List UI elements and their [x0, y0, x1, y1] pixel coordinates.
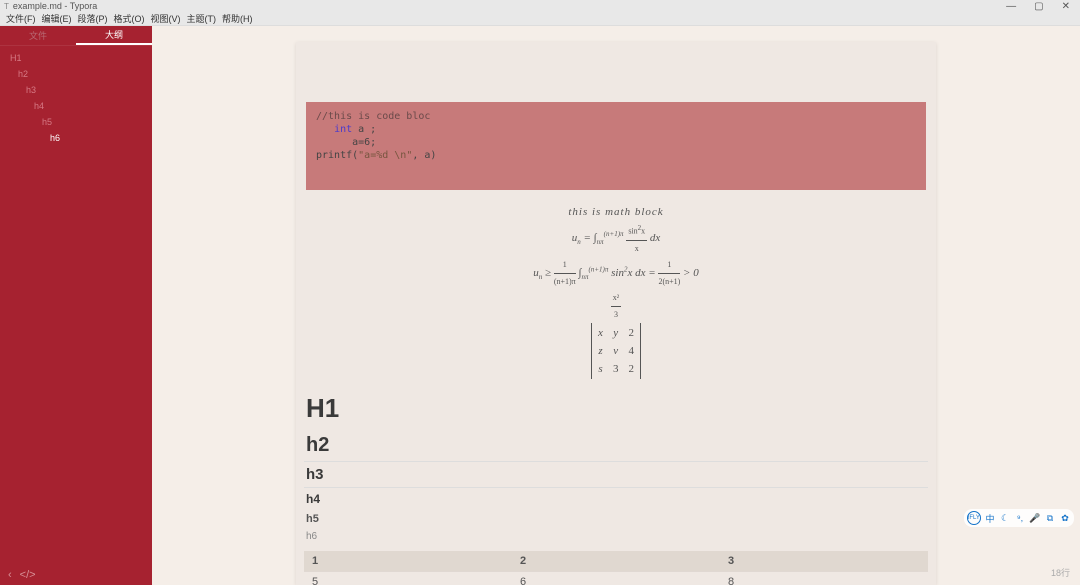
- heading-h6[interactable]: h6: [304, 528, 928, 545]
- math-line: un = ∫nπ(n+1)π sin2xx dx: [304, 220, 928, 257]
- sidebar-tab-files[interactable]: 文件: [0, 26, 76, 45]
- maximize-button[interactable]: ▢: [1034, 1, 1043, 12]
- window-title: example.md - Typora: [13, 1, 97, 11]
- math-matrix: xy2 zv4 s32: [304, 323, 928, 379]
- outline-list: H1 h2 h3 h4 h5 h6: [0, 46, 152, 150]
- code-block[interactable]: //this is code bloc int a ; a=6; printf(…: [306, 102, 926, 190]
- menu-view[interactable]: 视图(V): [151, 12, 181, 25]
- sidebar-source-icon[interactable]: </>: [20, 569, 36, 581]
- code-keyword: int: [334, 124, 352, 135]
- outline-item-h3[interactable]: h3: [0, 82, 152, 98]
- heading-h1[interactable]: H1: [304, 387, 928, 430]
- code-text: , a): [412, 150, 436, 161]
- ime-moon-icon[interactable]: ☾: [999, 512, 1011, 524]
- table-row[interactable]: 5 6 8: [304, 571, 928, 585]
- ime-toolbar[interactable]: iFLY 中 ☾ ⁹, 🎤 ⧉ ✿: [964, 509, 1074, 527]
- table-header[interactable]: 2: [512, 551, 720, 572]
- code-text: a=6;: [352, 137, 376, 148]
- sidebar-tab-outline[interactable]: 大纲: [76, 26, 152, 45]
- menubar: 文件(F) 编辑(E) 段落(P) 格式(O) 视图(V) 主题(T) 帮助(H…: [0, 12, 1080, 26]
- ime-lang-icon[interactable]: 中: [984, 512, 996, 524]
- ime-settings-icon[interactable]: ✿: [1059, 512, 1071, 524]
- menu-paragraph[interactable]: 段落(P): [78, 12, 108, 25]
- titlebar: T example.md - Typora — ▢ ✕: [0, 0, 1080, 12]
- menu-help[interactable]: 帮助(H): [222, 12, 253, 25]
- heading-h2[interactable]: h2: [304, 430, 928, 462]
- table-header[interactable]: 3: [720, 551, 928, 572]
- table-cell[interactable]: 8: [720, 571, 928, 585]
- document-page: //this is code bloc int a ; a=6; printf(…: [296, 42, 936, 585]
- heading-h4[interactable]: h4: [304, 488, 928, 510]
- heading-h3[interactable]: h3: [304, 462, 928, 488]
- code-comment: //this is code bloc: [316, 111, 430, 122]
- table-cell[interactable]: 6: [512, 571, 720, 585]
- table[interactable]: 1 2 3 5 6 8 4 6 8: [304, 551, 928, 585]
- ime-logo-icon[interactable]: iFLY: [967, 511, 981, 525]
- close-button[interactable]: ✕: [1062, 1, 1070, 12]
- outline-item-h4[interactable]: h4: [0, 98, 152, 114]
- ime-keyboard-icon[interactable]: ⧉: [1044, 512, 1056, 524]
- outline-item-h1[interactable]: H1: [0, 50, 152, 66]
- outline-item-h6[interactable]: h6: [0, 130, 152, 146]
- menu-format[interactable]: 格式(O): [114, 12, 145, 25]
- status-word-count[interactable]: 18行: [1051, 566, 1070, 579]
- app-icon: T: [4, 2, 9, 11]
- math-block[interactable]: this is math block un = ∫nπ(n+1)π sin2xx…: [304, 200, 928, 387]
- menu-theme[interactable]: 主题(T): [187, 12, 217, 25]
- heading-h5[interactable]: h5: [304, 510, 928, 528]
- ime-mic-icon[interactable]: 🎤: [1029, 512, 1041, 524]
- code-text: a ;: [352, 124, 376, 135]
- ime-comma-icon[interactable]: ⁹,: [1014, 512, 1026, 524]
- minimize-button[interactable]: —: [1006, 1, 1016, 12]
- table-header[interactable]: 1: [304, 551, 512, 572]
- code-string: "a=%d \n": [358, 150, 412, 161]
- math-line: x²3: [304, 290, 928, 323]
- menu-edit[interactable]: 编辑(E): [42, 12, 72, 25]
- outline-item-h2[interactable]: h2: [0, 66, 152, 82]
- outline-item-h5[interactable]: h5: [0, 114, 152, 130]
- code-text: printf(: [316, 150, 358, 161]
- editor-area[interactable]: //this is code bloc int a ; a=6; printf(…: [152, 26, 1080, 585]
- math-tag: this is math block: [304, 204, 928, 220]
- math-line: un ≥ 1(n+1)π ∫nπ(n+1)π sin2x dx = 12(n+1…: [304, 257, 928, 290]
- table-cell[interactable]: 5: [304, 571, 512, 585]
- sidebar-back-icon[interactable]: ‹: [8, 569, 12, 581]
- menu-file[interactable]: 文件(F): [6, 12, 36, 25]
- sidebar: 文件 大纲 H1 h2 h3 h4 h5 h6 ‹ </>: [0, 26, 152, 585]
